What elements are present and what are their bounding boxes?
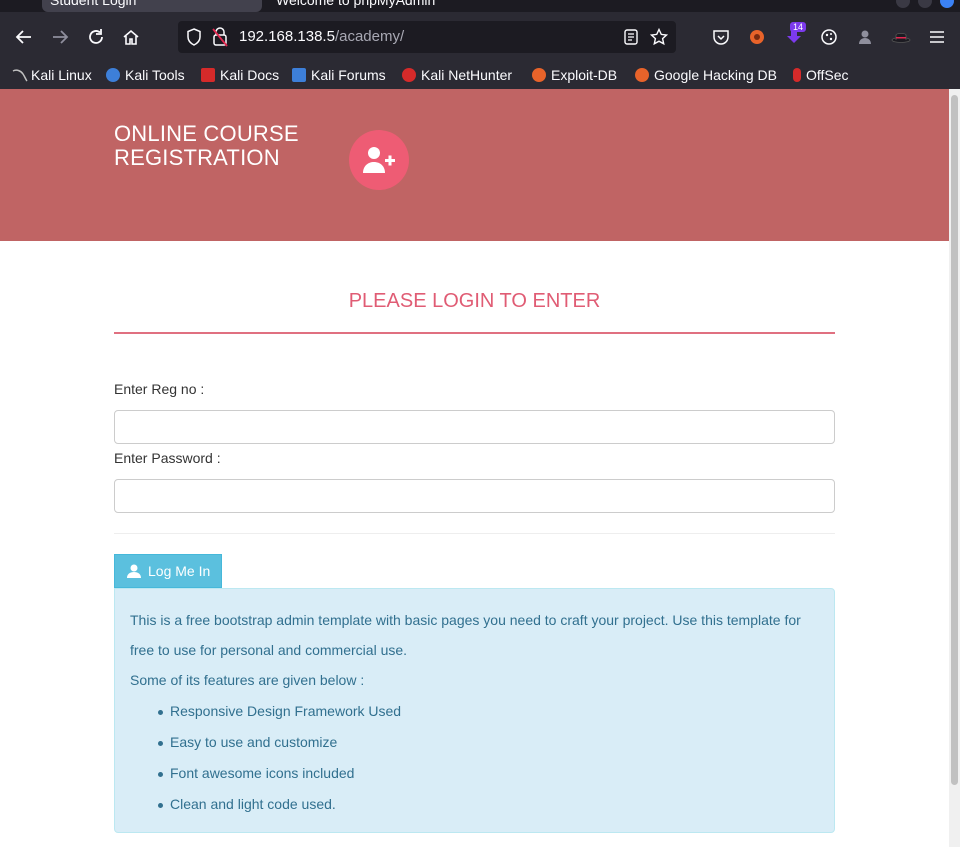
hat-extension-icon[interactable] [889,25,913,49]
list-item: Easy to use and customize [158,727,819,758]
bookmark-kali-nethunter[interactable]: Kali NetHunter [402,64,512,86]
tab-phpmyadmin[interactable]: Welcome to phpMyAdmin [276,0,516,12]
cookie-icon[interactable] [817,25,841,49]
minimize-button[interactable] [896,0,910,8]
bookmark-offsec[interactable]: OffSec [793,64,849,86]
bookmark-exploit-db[interactable]: Exploit-DB [532,64,617,86]
extension-badge: 14 [790,22,807,32]
site-header: ONLINE COURSE REGISTRATION [0,89,949,241]
bookmark-kali-docs[interactable]: Kali Docs [201,64,279,86]
scrollbar-thumb[interactable] [951,95,958,785]
heading-divider [114,332,835,334]
features-list: Responsive Design Framework Used Easy to… [130,696,819,820]
info-alert: This is a free bootstrap admin template … [114,588,835,833]
maximize-button[interactable] [918,0,932,8]
bookmarks-toolbar: Kali Linux Kali Tools Kali Docs Kali For… [0,62,960,89]
form-divider [114,533,835,534]
menu-icon[interactable] [925,25,949,49]
info-intro: This is a free bootstrap admin template … [130,612,801,658]
login-heading: PLEASE LOGIN TO ENTER [348,290,601,312]
insecure-lock-icon[interactable] [212,27,228,47]
spy-extension-icon[interactable] [853,25,877,49]
close-button[interactable] [940,0,954,8]
navigation-toolbar: 192.168.138.5/academy/ 14 [0,12,960,62]
tab-strip: Student Login Welcome to phpMyAdmin [0,0,960,12]
back-icon[interactable] [12,25,36,49]
password-input[interactable] [114,479,835,513]
password-label: Enter Password : [114,450,221,466]
url-text[interactable]: 192.168.138.5/academy/ [239,28,404,45]
site-logo [349,130,409,190]
tab-student-login[interactable]: Student Login [42,0,262,12]
exploit-db-icon [532,68,546,82]
page-scrollbar[interactable] [949,89,960,847]
kali-forums-icon [292,68,306,82]
kali-dragon-icon [12,68,28,82]
bookmark-star-icon[interactable] [650,28,668,46]
pocket-icon[interactable] [709,25,733,49]
user-icon [127,564,141,578]
address-bar[interactable]: 192.168.138.5/academy/ [178,21,676,53]
features-heading: Some of its features are given below : [130,672,365,688]
reg-no-input[interactable] [114,410,835,444]
bookmark-google-hacking-db[interactable]: Google Hacking DB [635,64,777,86]
ghdb-icon [635,68,649,82]
reader-view-icon[interactable] [624,29,638,45]
bookmark-kali-tools[interactable]: Kali Tools [106,64,185,86]
bookmark-kali-forums[interactable]: Kali Forums [292,64,386,86]
offsec-icon [793,68,801,82]
kali-docs-icon [201,68,215,82]
reload-icon[interactable] [84,25,108,49]
kali-tools-icon [106,68,120,82]
bookmark-kali-linux[interactable]: Kali Linux [12,64,92,86]
list-item: Font awesome icons included [158,758,819,789]
kali-nethunter-icon [402,68,416,82]
forward-icon[interactable] [48,25,72,49]
user-plus-icon [363,147,395,173]
foxyproxy-icon[interactable] [745,25,769,49]
reg-no-label: Enter Reg no : [114,381,205,397]
shield-icon[interactable] [186,28,202,46]
home-icon[interactable] [119,25,143,49]
page-viewport: ONLINE COURSE REGISTRATION PLEASE LOGIN … [0,89,960,847]
log-me-in-button[interactable]: Log Me In [114,554,222,588]
log-me-in-label: Log Me In [148,563,211,579]
list-item: Responsive Design Framework Used [158,696,819,727]
list-item: Clean and light code used. [158,789,819,820]
site-title[interactable]: ONLINE COURSE REGISTRATION [114,122,299,170]
extension-download-icon[interactable]: 14 [782,22,807,49]
